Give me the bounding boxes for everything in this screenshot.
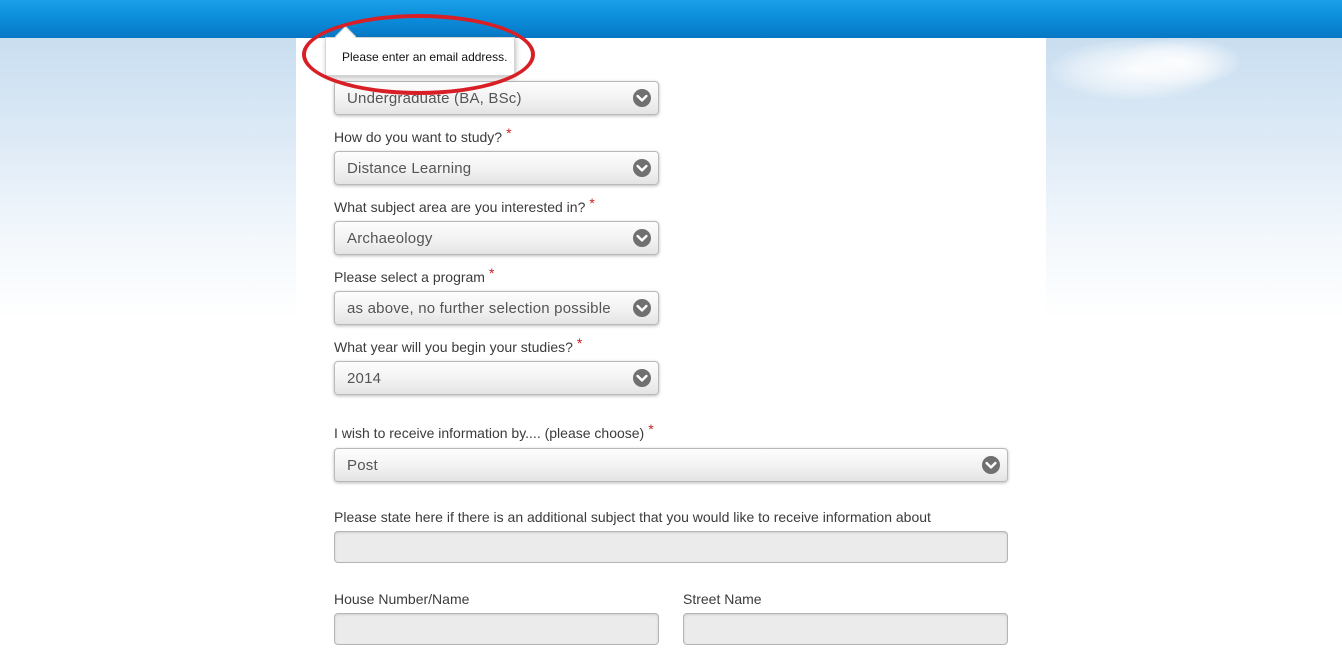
- top-header-bar: [0, 0, 1342, 38]
- info-method-select[interactable]: Post: [334, 448, 1008, 482]
- chevron-down-circle-icon: [633, 299, 651, 317]
- program-label: Please select a program *: [334, 265, 494, 285]
- required-marker: *: [488, 265, 495, 281]
- street-name-label: Street Name: [683, 591, 762, 607]
- sky-cloud: [1120, 38, 1240, 86]
- info-method-value: Post: [347, 457, 378, 474]
- chevron-down-circle-icon: [633, 159, 651, 177]
- program-value: as above, no further selection possible: [347, 300, 611, 317]
- subject-area-value: Archaeology: [347, 230, 433, 247]
- additional-subject-input[interactable]: [334, 531, 1008, 563]
- study-mode-label: How do you want to study? *: [334, 125, 512, 145]
- subject-area-label: What subject area are you interested in?…: [334, 195, 595, 215]
- additional-subject-label-text: Please state here if there is an additio…: [334, 509, 931, 525]
- subject-area-select[interactable]: Archaeology: [334, 221, 659, 255]
- study-mode-value: Distance Learning: [347, 160, 472, 177]
- required-marker: *: [506, 125, 512, 141]
- info-method-label-text: I wish to receive information by.... (pl…: [334, 425, 645, 441]
- start-year-select[interactable]: 2014: [334, 361, 659, 395]
- annotation-circle: [302, 14, 535, 95]
- required-marker: *: [648, 421, 654, 437]
- house-number-input[interactable]: [334, 613, 659, 645]
- start-year-value: 2014: [347, 370, 382, 387]
- chevron-down-circle-icon: [633, 229, 651, 247]
- required-marker: *: [589, 195, 595, 211]
- chevron-down-circle-icon: [633, 369, 651, 387]
- street-name-input[interactable]: [683, 613, 1008, 645]
- study-mode-label-text: How do you want to study?: [334, 129, 503, 145]
- start-year-label: What year will you begin your studies? *: [334, 335, 582, 355]
- street-name-label-text: Street Name: [683, 591, 762, 607]
- info-method-label: I wish to receive information by.... (pl…: [334, 421, 654, 441]
- chevron-down-circle-icon: [982, 456, 1000, 474]
- program-select[interactable]: as above, no further selection possible: [334, 291, 659, 325]
- program-label-text: Please select a program: [334, 269, 485, 285]
- start-year-label-text: What year will you begin your studies?: [334, 339, 573, 355]
- additional-subject-label: Please state here if there is an additio…: [334, 509, 931, 525]
- required-marker: *: [576, 335, 583, 351]
- house-number-label-text: House Number/Name: [334, 591, 470, 607]
- study-mode-select[interactable]: Distance Learning: [334, 151, 659, 185]
- house-number-label: House Number/Name: [334, 591, 469, 607]
- chevron-down-circle-icon: [633, 89, 651, 107]
- subject-area-label-text: What subject area are you interested in?: [334, 199, 586, 215]
